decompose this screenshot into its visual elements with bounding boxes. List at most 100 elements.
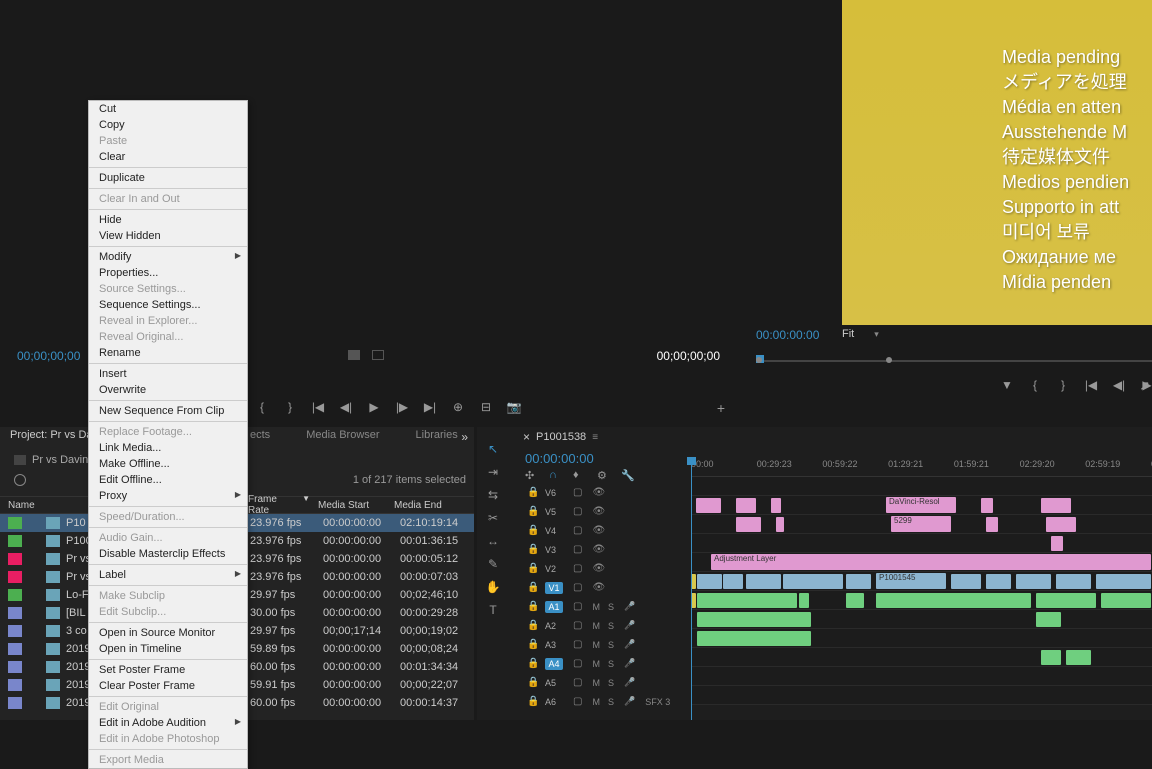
tab-media-browser[interactable]: Media Browser — [306, 429, 379, 441]
menu-item[interactable]: Open in Source Monitor — [89, 625, 247, 641]
mark-out-icon[interactable]: } — [1056, 378, 1070, 392]
track-id[interactable]: V5 — [545, 507, 563, 517]
timeline-clip[interactable]: 5299 — [891, 516, 951, 532]
mute-button[interactable]: M — [592, 678, 600, 688]
toggle-output-icon[interactable]: ▢ — [573, 658, 582, 669]
lock-icon[interactable]: 🔒 — [527, 658, 539, 669]
timeline-clip[interactable] — [697, 593, 797, 608]
timeline-track[interactable] — [691, 648, 1152, 667]
menu-item[interactable]: Modify▶ — [89, 249, 247, 265]
toggle-output-icon[interactable]: ▢ — [573, 677, 582, 688]
lock-icon[interactable]: 🔒 — [527, 506, 539, 517]
source-plus-icon[interactable]: + — [717, 400, 725, 416]
eye-icon[interactable]: 👁 — [592, 563, 605, 574]
solo-button[interactable]: S — [608, 621, 614, 631]
go-to-out-icon[interactable]: ▶| — [423, 400, 437, 414]
menu-item[interactable]: Sequence Settings... — [89, 297, 247, 313]
video-track-header[interactable]: 🔒V3▢👁 — [519, 540, 689, 559]
lock-icon[interactable]: 🔒 — [527, 525, 539, 536]
mic-icon[interactable]: 🎤 — [624, 601, 635, 612]
timeline-clip[interactable] — [696, 498, 721, 513]
timeline-clip[interactable] — [736, 498, 756, 513]
col-media-start[interactable]: Media Start — [310, 500, 386, 511]
timeline-clip[interactable] — [846, 574, 871, 589]
timeline-clip[interactable] — [1101, 593, 1151, 608]
toggle-output-icon[interactable]: ▢ — [573, 544, 582, 555]
export-frame-icon[interactable]: 📷 — [507, 400, 521, 414]
eye-icon[interactable]: 👁 — [592, 544, 605, 555]
toggle-output-icon[interactable]: ▢ — [573, 620, 582, 631]
col-media-end[interactable]: Media End — [386, 500, 456, 511]
audio-track-header[interactable]: 🔒A4▢MS🎤 — [519, 654, 689, 673]
lock-icon[interactable]: 🔒 — [527, 639, 539, 650]
solo-button[interactable]: S — [608, 659, 614, 669]
fit-dropdown[interactable]: Fit ▾ — [842, 328, 879, 340]
timeline-clip[interactable] — [776, 517, 784, 532]
lock-icon[interactable]: 🔒 — [527, 601, 539, 612]
menu-item[interactable]: New Sequence From Clip — [89, 403, 247, 419]
track-id[interactable]: A5 — [545, 678, 563, 688]
timeline-track[interactable] — [691, 667, 1152, 686]
go-to-in-icon[interactable]: |◀ — [1084, 378, 1098, 392]
lock-icon[interactable]: 🔒 — [527, 582, 539, 593]
timeline-track[interactable] — [691, 686, 1152, 705]
insert-icon[interactable]: ⊕ — [451, 400, 465, 414]
add-marker-icon[interactable]: ▼ — [1000, 378, 1014, 392]
toggle-output-icon[interactable]: ▢ — [573, 525, 582, 536]
timeline-track[interactable]: DaVinci-Resol — [691, 496, 1152, 515]
menu-item[interactable]: Clear — [89, 149, 247, 165]
menu-item[interactable]: Properties... — [89, 265, 247, 281]
pen-tool-icon[interactable]: ✎ — [485, 556, 501, 572]
mic-icon[interactable]: 🎤 — [624, 658, 635, 669]
eye-icon[interactable]: 👁 — [592, 506, 605, 517]
timeline-clip[interactable] — [746, 574, 781, 589]
track-select-tool-icon[interactable]: ⇥ — [485, 464, 501, 480]
timeline-clip[interactable] — [986, 574, 1011, 589]
toggle-output-icon[interactable]: ▢ — [573, 487, 582, 498]
timeline-track[interactable]: P1001545 — [691, 572, 1152, 591]
solo-button[interactable]: S — [608, 678, 614, 688]
timeline-clip[interactable] — [986, 517, 998, 532]
toggle-output-icon[interactable]: ▢ — [573, 563, 582, 574]
link-icon[interactable]: ∩ — [549, 469, 563, 483]
video-track-header[interactable]: 🔒 V5 ▢ 👁 — [519, 502, 689, 521]
snap-icon[interactable]: ✣ — [525, 469, 539, 483]
mute-button[interactable]: M — [592, 640, 600, 650]
mic-icon[interactable]: 🎤 — [624, 639, 635, 650]
menu-item[interactable]: Rename — [89, 345, 247, 361]
ripple-tool-icon[interactable]: ⇆ — [485, 487, 501, 503]
timeline-clip[interactable] — [951, 574, 981, 589]
track-id[interactable]: V6 — [545, 488, 563, 498]
lock-icon[interactable]: 🔒 — [527, 620, 539, 631]
timeline-track[interactable]: Adjustment Layer — [691, 553, 1152, 572]
settings-icon[interactable]: ⚙ — [597, 469, 611, 483]
menu-item[interactable]: Edit Offline... — [89, 472, 247, 488]
timeline-clip[interactable] — [1036, 593, 1096, 608]
timeline-clip[interactable] — [723, 574, 743, 589]
program-mini-ruler[interactable] — [756, 355, 1152, 367]
timeline-track[interactable] — [691, 534, 1152, 553]
timeline-tracks[interactable]: DaVinci-Resol 5299 Adjustment LayerP100154… — [691, 477, 1152, 705]
solo-button[interactable]: S — [608, 697, 614, 707]
menu-item[interactable]: Set Poster Frame — [89, 662, 247, 678]
video-track-header[interactable]: 🔒V2▢👁 — [519, 559, 689, 578]
playhead[interactable] — [691, 457, 692, 720]
lock-icon[interactable]: 🔒 — [527, 696, 539, 707]
source-view-btn-2[interactable] — [372, 350, 384, 360]
timeline-clip[interactable] — [1056, 574, 1091, 589]
panel-menu-icon[interactable]: » — [461, 430, 468, 444]
mute-button[interactable]: M — [592, 621, 600, 631]
timeline-clip[interactable] — [1051, 536, 1063, 551]
toggle-output-icon[interactable]: ▢ — [573, 506, 582, 517]
col-frame-rate[interactable]: Frame Rate▼ — [240, 494, 310, 516]
play-icon[interactable]: ▶ — [367, 400, 381, 414]
selection-tool-icon[interactable]: ↖ — [485, 441, 501, 457]
timeline-clip[interactable] — [1066, 650, 1091, 665]
timeline-clip[interactable]: P1001545 — [876, 573, 946, 589]
track-id[interactable]: V3 — [545, 545, 563, 555]
menu-item[interactable]: View Hidden — [89, 228, 247, 244]
step-back-icon[interactable]: ◀| — [1112, 378, 1126, 392]
audio-track-header[interactable]: 🔒A3▢MS🎤 — [519, 635, 689, 654]
timeline-clip[interactable]: DaVinci-Resol — [886, 497, 956, 513]
timeline-clip[interactable] — [876, 593, 1031, 608]
